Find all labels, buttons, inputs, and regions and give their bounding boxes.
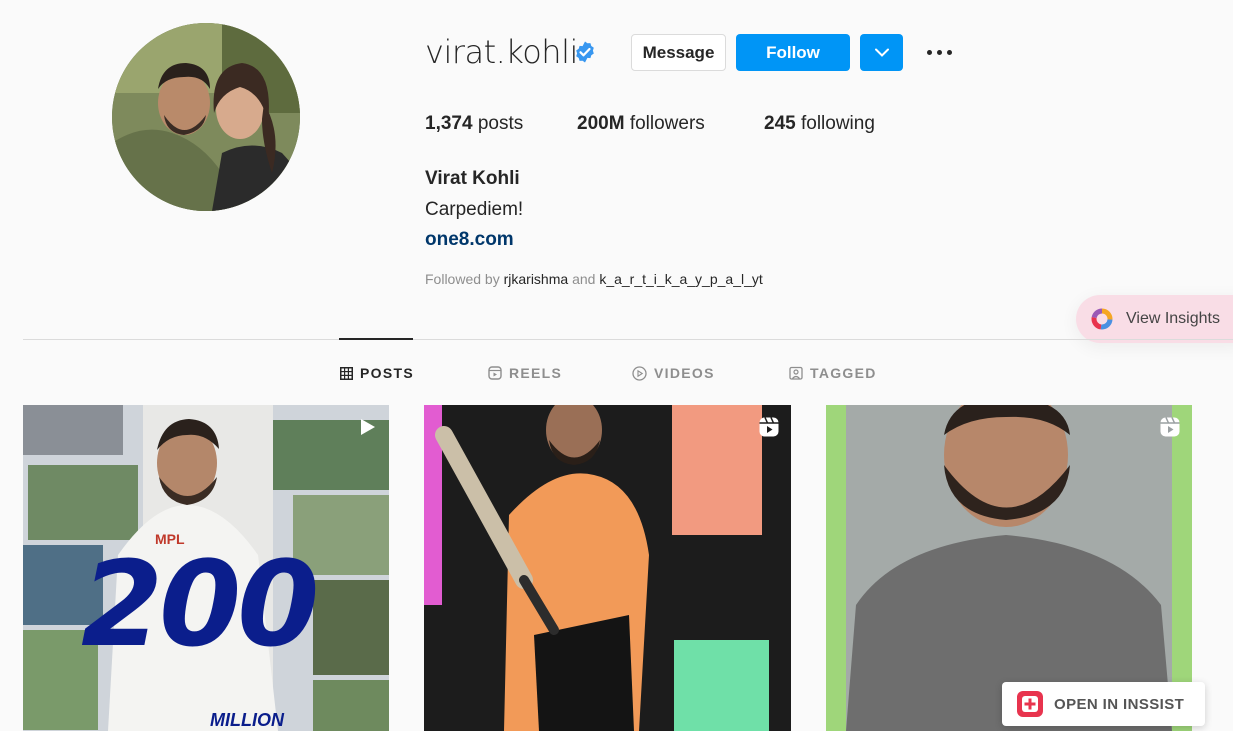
followers-stat[interactable]: 200M followers <box>577 113 705 135</box>
reels-icon <box>488 366 502 380</box>
verified-badge-icon <box>576 41 594 63</box>
tab-posts-label: POSTS <box>360 365 414 381</box>
following-stat[interactable]: 245 following <box>764 113 875 135</box>
tabs-divider <box>23 339 1233 340</box>
reels-icon <box>759 417 779 437</box>
tab-reels-label: REELS <box>509 365 563 381</box>
more-dot-icon <box>936 49 942 55</box>
tab-reels[interactable]: REELS <box>488 363 562 383</box>
suggested-accounts-button[interactable] <box>860 34 903 71</box>
following-count: 245 <box>764 113 796 134</box>
tab-videos[interactable]: VIDEOS <box>632 363 715 383</box>
followed-by-user-link[interactable]: k_a_r_t_i_k_a_y_p_a_l_yt <box>599 271 762 287</box>
posts-stat: 1,374 posts <box>425 113 523 135</box>
following-label: following <box>800 113 875 134</box>
followers-label: followers <box>629 113 705 134</box>
more-options-button[interactable] <box>922 40 956 64</box>
video-icon <box>361 419 375 435</box>
message-button[interactable]: Message <box>631 34 726 71</box>
view-insights-label: View Insights <box>1126 310 1220 327</box>
tab-tagged[interactable]: TAGGED <box>789 363 877 383</box>
more-dot-icon <box>926 49 932 55</box>
followers-count: 200M <box>577 113 625 134</box>
profile-full-name: Virat Kohli <box>425 168 520 189</box>
post-thumbnail[interactable] <box>424 405 791 731</box>
followed-by-and: and <box>572 271 596 287</box>
followed-by-user-link[interactable]: rjkarishma <box>504 271 569 287</box>
profile-website-link[interactable]: one8.com <box>425 229 514 251</box>
post-thumbnail[interactable]: 200 MILLION MPL <box>23 405 389 731</box>
more-dot-icon <box>946 49 952 55</box>
chevron-down-icon <box>874 48 889 57</box>
tag-icon <box>789 366 803 380</box>
follow-button[interactable]: Follow <box>736 34 850 71</box>
posts-label: posts <box>477 113 524 134</box>
reels-icon <box>1160 417 1180 437</box>
tab-videos-label: VIDEOS <box>654 365 715 381</box>
open-in-inssist-button[interactable]: OPEN IN INSSIST <box>1002 682 1205 726</box>
active-tab-indicator <box>339 338 413 340</box>
followed-by-text: Followed by rjkarishma and k_a_r_t_i_k_a… <box>425 271 763 287</box>
open-in-inssist-label: OPEN IN INSSIST <box>1054 695 1185 713</box>
play-circle-icon <box>632 365 647 381</box>
grid-icon <box>340 366 353 380</box>
tab-tagged-label: TAGGED <box>810 365 877 381</box>
post-overlay-number: 200 <box>81 535 319 673</box>
followed-by-prefix: Followed by <box>425 271 500 287</box>
profile-username: virat.kohli <box>425 33 578 71</box>
insights-donut-icon <box>1091 308 1113 330</box>
profile-bio: Carpediem! <box>425 199 524 220</box>
avatar-photo <box>112 23 300 211</box>
profile-avatar[interactable] <box>112 23 300 211</box>
view-insights-button[interactable]: View Insights <box>1076 295 1233 343</box>
post-image <box>424 405 791 731</box>
tab-posts[interactable]: POSTS <box>340 363 414 383</box>
inssist-plus-icon <box>1017 691 1043 717</box>
posts-count: 1,374 <box>425 113 473 134</box>
post-jersey-text: MPL <box>155 531 185 547</box>
post-overlay-subtext: MILLION <box>210 710 284 730</box>
